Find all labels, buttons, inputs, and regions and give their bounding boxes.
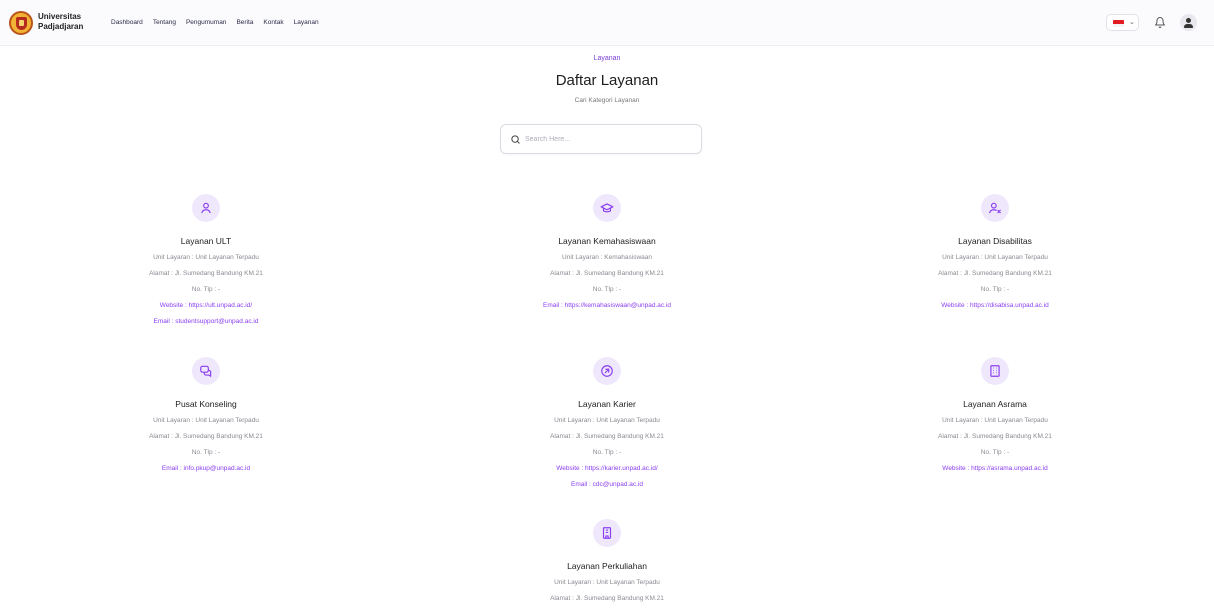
service-card-disabilitas: Layanan Disabilitas Unit Layaran : Unit …: [845, 194, 1145, 312]
nav-item-tentang[interactable]: Tentang: [153, 19, 176, 26]
user-x-icon: [981, 194, 1009, 222]
service-unit: Unit Layaran : Unit Layanan Terpadu: [942, 417, 1048, 424]
page-title: Daftar Layanan: [555, 72, 659, 89]
language-selector[interactable]: ⌄: [1106, 14, 1139, 31]
service-alamat: Alamat : Jl. Sumedang Bandung KM.21: [550, 595, 664, 602]
service-card-ult: Layanan ULT Unit Layaran : Unit Layanan …: [56, 194, 356, 328]
top-navbar: Universitas Padjadjaran Dashboard Tentan…: [0, 0, 1214, 46]
user-icon: [192, 194, 220, 222]
nav-item-kontak[interactable]: Kontak: [263, 19, 283, 26]
service-name: Layanan Perkuliahan: [567, 561, 647, 571]
brand-line-2: Padjadjaran: [38, 22, 84, 31]
service-email-link[interactable]: Email : info.pkup@unpad.ac.id: [56, 463, 356, 475]
service-name: Layanan Asrama: [963, 399, 1027, 409]
breadcrumb: Layanan: [593, 55, 621, 62]
service-unit: Unit Layaran : Kemahasiswaan: [562, 254, 652, 261]
service-unit: Unit Layaran : Unit Layanan Terpadu: [554, 579, 660, 586]
indonesia-flag-icon: [1113, 20, 1124, 27]
arrow-circle-icon: [593, 357, 621, 385]
service-card-asrama: Layanan Asrama Unit Layaran : Unit Layan…: [845, 357, 1145, 475]
service-alamat: Alamat : Jl. Sumedang Bandung KM.21: [149, 433, 263, 440]
service-unit: Unit Layaran : Unit Layanan Terpadu: [153, 254, 259, 261]
building-icon: [981, 357, 1009, 385]
service-name: Layanan Kemahasiswaan: [558, 236, 656, 246]
service-tlp: No. Tlp : -: [191, 449, 221, 456]
nav-item-layanan[interactable]: Layanan: [294, 19, 319, 26]
service-tlp: No. Tlp : -: [191, 286, 221, 293]
nav-item-pengumuman[interactable]: Pengumuman: [186, 19, 226, 26]
service-website-link[interactable]: Website : https://asrama.unpad.ac.id: [845, 463, 1145, 475]
search-input[interactable]: [525, 133, 695, 146]
service-alamat: Alamat : Jl. Sumedang Bandung KM.21: [938, 433, 1052, 440]
service-unit: Unit Layaran : Unit Layanan Terpadu: [554, 417, 660, 424]
brand-line-1: Universitas: [38, 12, 82, 21]
unpad-logo-icon[interactable]: [9, 11, 33, 35]
service-tlp: No. Tlp : -: [592, 286, 622, 293]
service-website-link[interactable]: Website : https://ult.unpad.ac.id/: [56, 300, 356, 312]
service-name: Pusat Konseling: [175, 399, 237, 409]
service-card-konseling: Pusat Konseling Unit Layaran : Unit Laya…: [56, 357, 356, 475]
brand-name[interactable]: Universitas Padjadjaran: [38, 12, 83, 32]
service-tlp: No. Tlp : -: [980, 449, 1010, 456]
graduation-cap-icon: [593, 194, 621, 222]
service-alamat: Alamat : Jl. Sumedang Bandung KM.21: [938, 270, 1052, 277]
service-email-link[interactable]: Email : https://kemahasiswaan@unpad.ac.i…: [457, 300, 757, 312]
service-email-link[interactable]: Email : studentsupport@unpad.ac.id: [56, 316, 356, 328]
service-email-link[interactable]: Email : cdc@unpad.ac.id: [457, 479, 757, 491]
nav-item-berita[interactable]: Berita: [236, 19, 253, 26]
nav-item-dashboard[interactable]: Dashboard: [111, 19, 143, 26]
bell-icon[interactable]: [1154, 16, 1166, 29]
service-website-link[interactable]: Website : https://disabisa.unpad.ac.id: [845, 300, 1145, 312]
service-tlp: No. Tlp : -: [592, 449, 622, 456]
user-avatar-icon[interactable]: [1180, 14, 1197, 31]
main-nav: Dashboard Tentang Pengumuman Berita Kont…: [111, 19, 319, 26]
service-name: Layanan ULT: [180, 236, 232, 246]
service-alamat: Alamat : Jl. Sumedang Bandung KM.21: [149, 270, 263, 277]
service-name: Layanan Karier: [578, 399, 636, 409]
service-alamat: Alamat : Jl. Sumedang Bandung KM.21: [550, 270, 664, 277]
service-unit: Unit Layaran : Unit Layanan Terpadu: [942, 254, 1048, 261]
chevron-down-icon: ⌄: [1129, 19, 1135, 26]
service-tlp: No. Tlp : -: [980, 286, 1010, 293]
service-unit: Unit Layaran : Unit Layanan Terpadu: [153, 417, 259, 424]
page-subtitle: Cari Kategori Layanan: [574, 97, 640, 104]
office-building-icon: [593, 519, 621, 547]
service-card-perkuliahan: Layanan Perkuliahan Unit Layaran : Unit …: [457, 519, 757, 605]
service-website-link[interactable]: Website : https://karier.unpad.ac.id/: [457, 463, 757, 475]
service-name: Layanan Disabilitas: [958, 236, 1032, 246]
chat-bubbles-icon: [192, 357, 220, 385]
search-icon: [511, 135, 520, 144]
service-card-karier: Layanan Karier Unit Layaran : Unit Layan…: [457, 357, 757, 491]
service-alamat: Alamat : Jl. Sumedang Bandung KM.21: [550, 433, 664, 440]
service-card-kemahasiswaan: Layanan Kemahasiswaan Unit Layaran : Kem…: [457, 194, 757, 312]
search-box: [500, 124, 702, 154]
